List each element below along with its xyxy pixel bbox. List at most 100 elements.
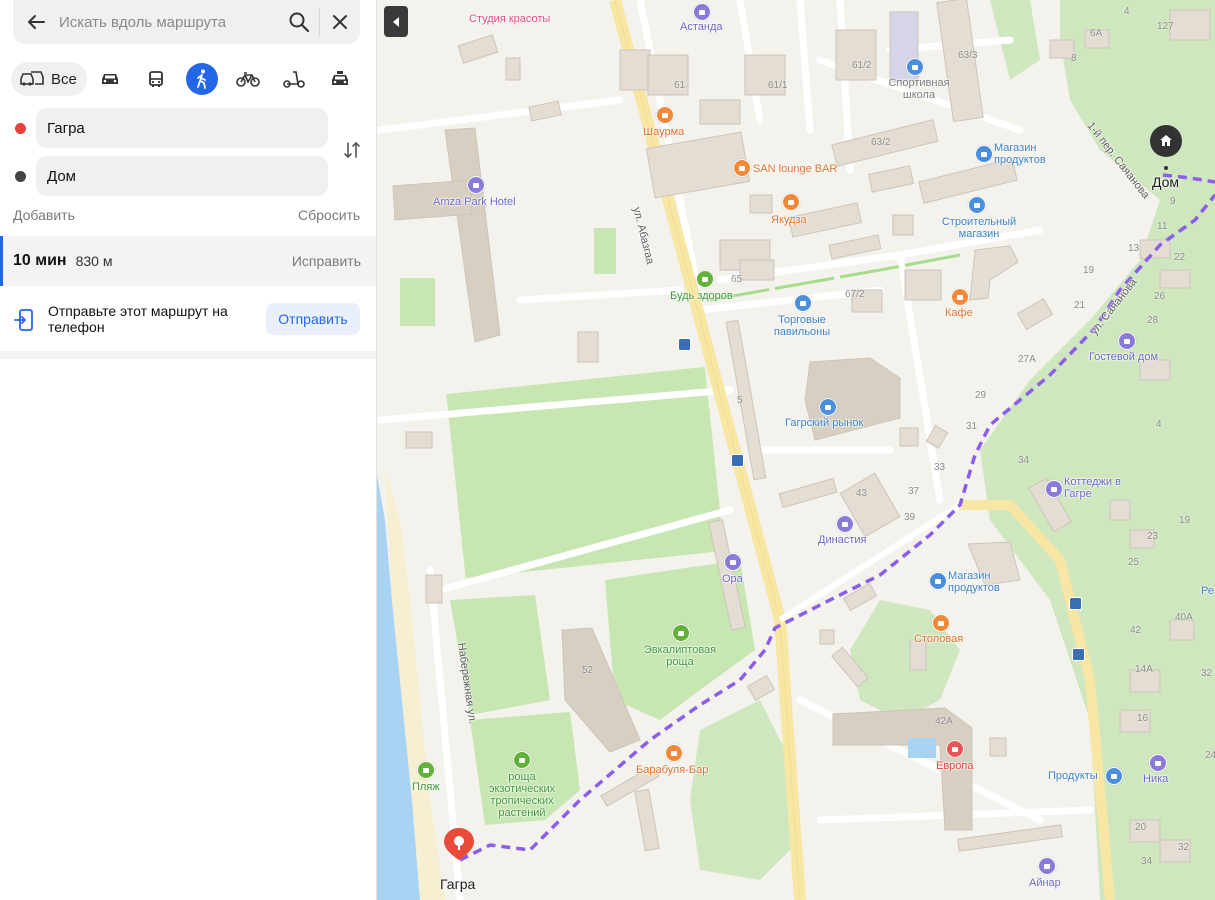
hotel-icon[interactable] [467, 176, 485, 194]
poi-kottedzhi[interactable]: Коттеджи в Гагре [1064, 476, 1124, 500]
poi-stolovaya[interactable]: Столовая [914, 633, 963, 645]
transport-modes: Все [11, 62, 366, 96]
food-icon[interactable] [656, 106, 674, 124]
house-number: 19 [1179, 515, 1191, 526]
poi-ora[interactable]: Ора [722, 573, 743, 585]
house-number: 42А [935, 716, 953, 727]
poi-produkty[interactable]: Продукты [1048, 770, 1098, 782]
mode-bicycle-button[interactable] [225, 62, 271, 96]
poi-rynok[interactable]: Гагрский рынок [785, 417, 863, 429]
poi-re[interactable]: Ре [1201, 585, 1214, 597]
bus-icon [148, 71, 163, 87]
mode-transit-button[interactable] [133, 62, 179, 96]
poi-nika[interactable]: Ника [1143, 773, 1168, 785]
cafe-icon[interactable] [951, 288, 969, 306]
food-icon[interactable] [782, 193, 800, 211]
house-number: 43 [856, 488, 868, 499]
destination-field[interactable]: Дом [36, 156, 328, 196]
poi-shaurma[interactable]: Шаурма [643, 126, 684, 138]
house-number: 31 [966, 421, 978, 432]
bus-stop-icon[interactable] [1069, 597, 1082, 610]
poi-magazin2[interactable]: Магазин продуктов [948, 570, 1008, 594]
mode-car-button[interactable] [87, 62, 133, 96]
poi-budz[interactable]: Будь здоров [670, 290, 733, 302]
reset-link[interactable]: Сбросить [298, 207, 360, 223]
poi-astanda[interactable]: Астанда [680, 21, 722, 33]
swap-button[interactable] [340, 136, 364, 164]
poi-evkalipt[interactable]: Эвкалиптовая роща [642, 644, 718, 668]
poi-studiya[interactable]: Студия красоты [469, 13, 550, 25]
send-button[interactable]: Отправить [266, 303, 360, 335]
poi-san[interactable]: SAN lounge BAR [753, 163, 837, 175]
taxi-icon [331, 71, 348, 85]
search-button[interactable] [279, 0, 319, 44]
poi-bar[interactable]: Барабуля-Бар [636, 764, 708, 776]
shop-icon[interactable] [975, 145, 993, 163]
house-number: 61/1 [768, 80, 788, 91]
poi-dinastiya[interactable]: Династия [818, 534, 866, 546]
poi-sport[interactable]: Спортивная школа [884, 77, 954, 101]
poi-gostevoy[interactable]: Гостевой дом [1089, 351, 1158, 363]
house-number: 22 [1174, 252, 1186, 263]
bus-stop-icon[interactable] [731, 454, 744, 467]
shop-icon[interactable] [968, 196, 986, 214]
house-number: 9 [1170, 196, 1176, 207]
collapse-panel-button[interactable] [384, 6, 408, 37]
pedestrian-icon [196, 69, 206, 89]
bus-stop-icon[interactable] [678, 338, 691, 351]
search-input[interactable]: Искать вдоль маршрута [59, 14, 279, 31]
house-number: 34 [1018, 455, 1030, 466]
house-number: 21 [1074, 300, 1086, 311]
poi-plyazh[interactable]: Пляж [412, 781, 440, 793]
swap-arrows-icon [344, 141, 360, 159]
close-button[interactable] [320, 0, 360, 44]
fix-route-link[interactable]: Исправить [292, 253, 361, 269]
mode-pedestrian-button[interactable] [179, 62, 225, 96]
hotel-icon[interactable] [1149, 754, 1167, 772]
shop-icon[interactable] [794, 294, 812, 312]
poi-roshcha[interactable]: роща экзотических тропических растений [482, 771, 562, 819]
origin-marker-icon[interactable] [443, 827, 475, 861]
bus-stop-icon[interactable] [1072, 648, 1085, 661]
poi-yakudza[interactable]: Якудза [771, 214, 807, 226]
hotel-icon[interactable] [836, 515, 854, 533]
house-number: 40А [1175, 612, 1193, 623]
origin-field[interactable]: Гагра [36, 108, 328, 148]
poi-amza[interactable]: Amza Park Hotel [433, 196, 516, 208]
hotel-icon[interactable] [693, 3, 711, 21]
house-number: 11 [1157, 221, 1168, 232]
school-icon[interactable] [906, 58, 924, 76]
hotel-icon[interactable] [724, 553, 742, 571]
bar-icon[interactable] [733, 159, 751, 177]
house-number: 65 [731, 274, 743, 285]
poi-kafe[interactable]: Кафе [945, 307, 973, 319]
search-bar[interactable]: Искать вдоль маршрута [13, 0, 360, 44]
house-number: 6А [1090, 28, 1103, 39]
map-canvas[interactable] [376, 0, 1215, 900]
canteen-icon[interactable] [932, 614, 950, 632]
home-marker-icon[interactable] [1150, 125, 1182, 157]
mode-taxi-button[interactable] [317, 62, 363, 96]
poi-magazin1[interactable]: Магазин продуктов [994, 142, 1054, 166]
add-waypoint-link[interactable]: Добавить [13, 207, 75, 223]
hospital-icon[interactable] [946, 740, 964, 758]
hotel-icon[interactable] [1118, 332, 1136, 350]
poi-aynar[interactable]: Айнар [1029, 877, 1061, 889]
park-icon[interactable] [513, 751, 531, 769]
shop-icon[interactable] [1105, 767, 1123, 785]
bar-icon[interactable] [665, 744, 683, 762]
poi-stroit[interactable]: Строительный магазин [939, 216, 1019, 240]
poi-torg[interactable]: Торговые павильоны [772, 314, 832, 338]
shop-icon[interactable] [929, 572, 947, 590]
mode-all-button[interactable]: Все [11, 62, 87, 96]
route-option[interactable]: 10 мин 830 м Исправить [0, 236, 376, 286]
pharmacy-icon[interactable] [696, 270, 714, 288]
hotel-icon[interactable] [1038, 857, 1056, 875]
hotel-icon[interactable] [1045, 480, 1063, 498]
park-icon[interactable] [672, 624, 690, 642]
poi-evropa[interactable]: Европа [936, 760, 974, 772]
beach-icon[interactable] [417, 761, 435, 779]
market-icon[interactable] [819, 398, 837, 416]
back-button[interactable] [13, 0, 59, 44]
mode-scooter-button[interactable] [271, 62, 317, 96]
